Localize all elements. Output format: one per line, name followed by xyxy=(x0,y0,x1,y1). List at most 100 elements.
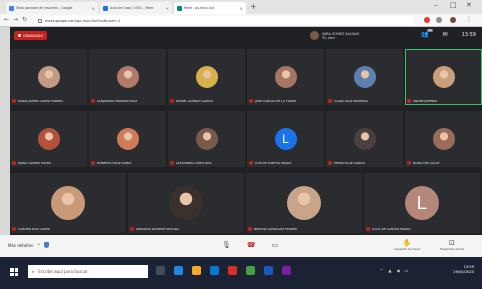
taskbar-date: 29/04/2020 xyxy=(453,270,474,274)
browser-menu-icon[interactable]: ⋮ xyxy=(466,16,472,23)
close-tab-icon[interactable]: × xyxy=(166,6,169,11)
participant-name: GERARDO RAMIREZ SEGURA xyxy=(136,227,179,231)
participant-name: LUCIA DE SANTOS PRADO xyxy=(372,227,411,231)
participant-label: ROBERTO CRUZ RUBIO xyxy=(91,161,131,165)
extension-icon[interactable] xyxy=(424,17,430,23)
present-screen-icon: ⊡ xyxy=(449,239,455,247)
windows-start-icon[interactable] xyxy=(10,268,18,276)
windows-taskbar: ⌕ Escribe aquí para buscar ^ ▲ ◀ ▭ 13:59… xyxy=(0,257,482,289)
volume-icon[interactable]: ◀ xyxy=(396,268,399,273)
browser-tab-2[interactable]: Aula de clase 1 ESO – Meet × xyxy=(100,2,172,14)
back-icon[interactable]: ← xyxy=(4,16,9,23)
participant-avatar xyxy=(353,66,376,88)
participant-tile[interactable]: CLARA DIAZ ESPINOSA xyxy=(326,49,403,105)
participant-tile[interactable]: ALEXANDRA ORTIZ ROS xyxy=(168,111,245,167)
mail-icon[interactable] xyxy=(228,266,237,275)
store-icon[interactable] xyxy=(210,266,219,275)
participant-tile[interactable]: GERARDO RAMIREZ SEGURA xyxy=(128,173,244,233)
mic-muted-icon xyxy=(249,99,253,103)
taskbar-pinned-apps xyxy=(156,266,291,275)
tab-title: Tesla ganador de resumen - Google xyxy=(16,6,73,10)
camera-icon[interactable]: ▭ xyxy=(272,241,279,249)
participant-tile[interactable]: NURIA DEL VALLE xyxy=(405,111,482,167)
browser-tab-bar: Tesla ganador de resumen - Google × Aula… xyxy=(0,0,482,14)
chrome-icon[interactable] xyxy=(246,266,255,275)
participant-name: MARIA JOSEFA LOPEZ TORRES xyxy=(18,99,63,103)
new-tab-button[interactable]: + xyxy=(250,3,257,11)
reload-icon[interactable]: ↻ xyxy=(22,16,27,23)
mic-muted-icon xyxy=(249,161,253,165)
mic-muted-icon xyxy=(407,161,411,165)
participant-name: JOSE CARLOS DE LA TORRE xyxy=(255,99,297,103)
browser-tab-1[interactable]: Tesla ganador de resumen - Google × xyxy=(6,2,98,14)
participant-tile[interactable]: ALEJANDRO MORENO RUIZ xyxy=(89,49,166,105)
mic-muted-icon xyxy=(170,99,174,103)
participant-tile[interactable]: MARIA JOSEFA LOPEZ TORRES xyxy=(10,49,87,105)
close-tab-icon[interactable]: × xyxy=(240,6,243,11)
forward-icon[interactable]: → xyxy=(13,16,18,23)
chevron-up-icon[interactable]: ^ xyxy=(380,268,383,273)
word-icon[interactable] xyxy=(264,266,273,275)
participant-label: NURIA DEL VALLE xyxy=(407,161,439,165)
participant-tile[interactable]: ROBERTO CRUZ RUBIO xyxy=(89,111,166,167)
app-icon[interactable] xyxy=(282,266,291,275)
participant-tile[interactable]: L LUIS DE SANTOS PRADO xyxy=(247,111,324,167)
participant-tile[interactable]: JOSE CARLOS DE LA TORRE xyxy=(247,49,324,105)
lock-icon xyxy=(38,18,42,23)
search-icon: ⌕ xyxy=(32,269,35,274)
participant-name: LUIS DE SANTOS PRADO xyxy=(255,161,292,165)
participant-label: ALEXANDRA ORTIZ ROS xyxy=(170,161,212,165)
meeting-top-icons: 👥 29 ✉ 13:59 xyxy=(421,29,476,38)
participant-label: ANDER JIMENEZ xyxy=(407,99,437,103)
chevron-up-icon: ^ xyxy=(37,242,41,248)
chat-icon[interactable]: ✉ xyxy=(443,31,448,38)
browser-tab-3[interactable]: Meet - gu-mxcj-kut × xyxy=(174,2,246,14)
edge-icon[interactable] xyxy=(174,266,183,275)
minimize-icon[interactable]: – xyxy=(434,1,438,9)
participant-tile[interactable]: PEDRO RUIZ GARCIA xyxy=(326,111,403,167)
presenter-avatar xyxy=(310,31,319,40)
participant-tile[interactable]: PABLO GOMEZ SOLER xyxy=(10,111,87,167)
participant-label: BEATRIZ GONZALEZ FERRER xyxy=(248,227,297,231)
people-count-badge: 29 xyxy=(427,29,433,32)
participant-avatar xyxy=(37,128,60,150)
participant-tile[interactable]: BEATRIZ GONZALEZ FERRER xyxy=(246,173,362,233)
mic-muted-icon xyxy=(328,99,332,103)
tab-favicon-icon xyxy=(103,5,108,11)
profile-avatar-icon[interactable] xyxy=(450,17,456,23)
battery-icon[interactable]: ▭ xyxy=(405,268,409,273)
url-field[interactable]: meet.google.com/gu-mxcj-kut?authuser=1 xyxy=(34,16,414,25)
file-explorer-icon[interactable] xyxy=(192,266,201,275)
close-window-icon[interactable]: ✕ xyxy=(466,1,472,9)
meeting-top-strip: GRABANDO SARA GOMEZ SALINAS Tú, cám 👥 29 … xyxy=(10,27,482,49)
extension-icon[interactable] xyxy=(436,17,442,23)
presenter-subtitle: Tú, cám xyxy=(322,35,335,40)
maximize-icon[interactable]: □ xyxy=(450,1,457,9)
raise-hand-button[interactable]: ✋ Levantar la mano xyxy=(394,239,420,251)
task-view-icon[interactable] xyxy=(156,266,165,275)
participant-initial-avatar: L xyxy=(405,186,439,220)
close-tab-icon[interactable]: × xyxy=(92,6,95,11)
recording-badge: GRABANDO xyxy=(14,31,48,40)
taskbar-clock[interactable]: 13:59 29/04/2020 xyxy=(453,265,474,275)
network-icon[interactable]: ▲ xyxy=(388,268,391,273)
tab-favicon-icon xyxy=(177,5,182,11)
present-button[interactable]: ⊡ Presentar ahora xyxy=(440,239,464,251)
participant-tile[interactable]: ANDER JIMENEZ xyxy=(405,49,482,105)
participant-label: LUCIA DE SANTOS PRADO xyxy=(366,227,411,231)
meeting-details[interactable]: Más detalles ^ xyxy=(8,242,50,248)
participant-tile[interactable]: L LUCIA DE SANTOS PRADO xyxy=(364,173,480,233)
taskbar-search-box[interactable]: ⌕ Escribe aquí para buscar xyxy=(28,265,148,278)
participant-label: JOSE CARLOS DE LA TORRE xyxy=(249,99,296,103)
people-icon[interactable]: 👥 29 xyxy=(421,29,433,38)
taskbar-search-placeholder: Escribe aquí para buscar xyxy=(38,269,88,274)
participant-tile[interactable]: CARMEN RUIZ LOPEZ xyxy=(10,173,126,233)
participant-name: PABLO GOMEZ SOLER xyxy=(18,161,51,165)
participant-tile[interactable]: RAFAEL ALONSO GARCÍA xyxy=(168,49,245,105)
participant-name: RAFAEL ALONSO GARCÍA xyxy=(176,99,213,103)
participant-avatar xyxy=(432,66,455,88)
participant-initial-avatar: L xyxy=(274,128,297,150)
microphone-icon[interactable]: 🎙 xyxy=(222,241,231,249)
hang-up-icon[interactable]: ☎ xyxy=(247,241,256,249)
raise-hand-label: Levantar la mano xyxy=(394,247,421,251)
